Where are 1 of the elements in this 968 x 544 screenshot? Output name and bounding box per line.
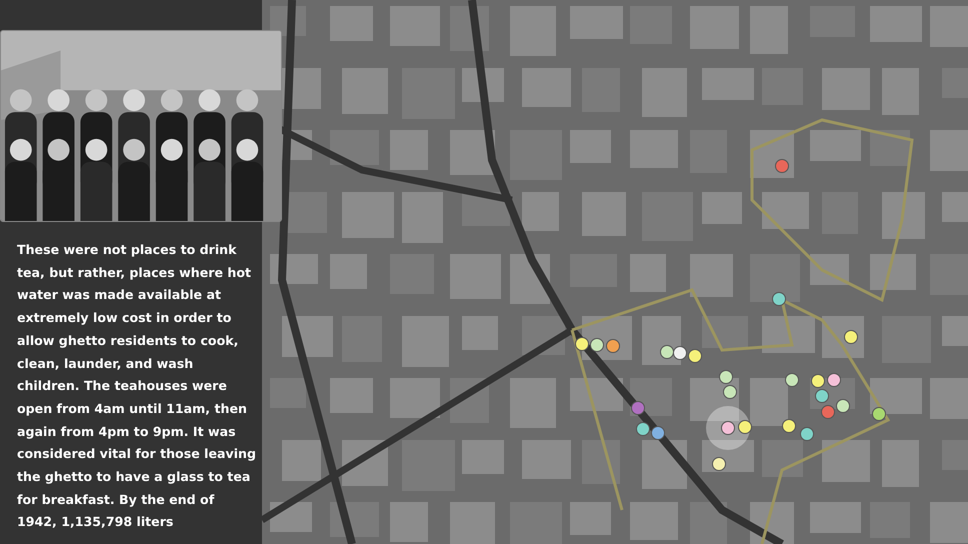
story-paragraph: These were not places to drink tea, but rather, places where hot water was made available at extremely low cost in order to allow ghetto residents to cook, clean, launder, and wash children. The teahouses were open from 4am until 11am, then again from 4pm to 9pm. It was considered vital for those leaving the ghetto to have a glass to tea for breakfast. By the end of 1942, 1,135,798 liters [16,241,257,532]
